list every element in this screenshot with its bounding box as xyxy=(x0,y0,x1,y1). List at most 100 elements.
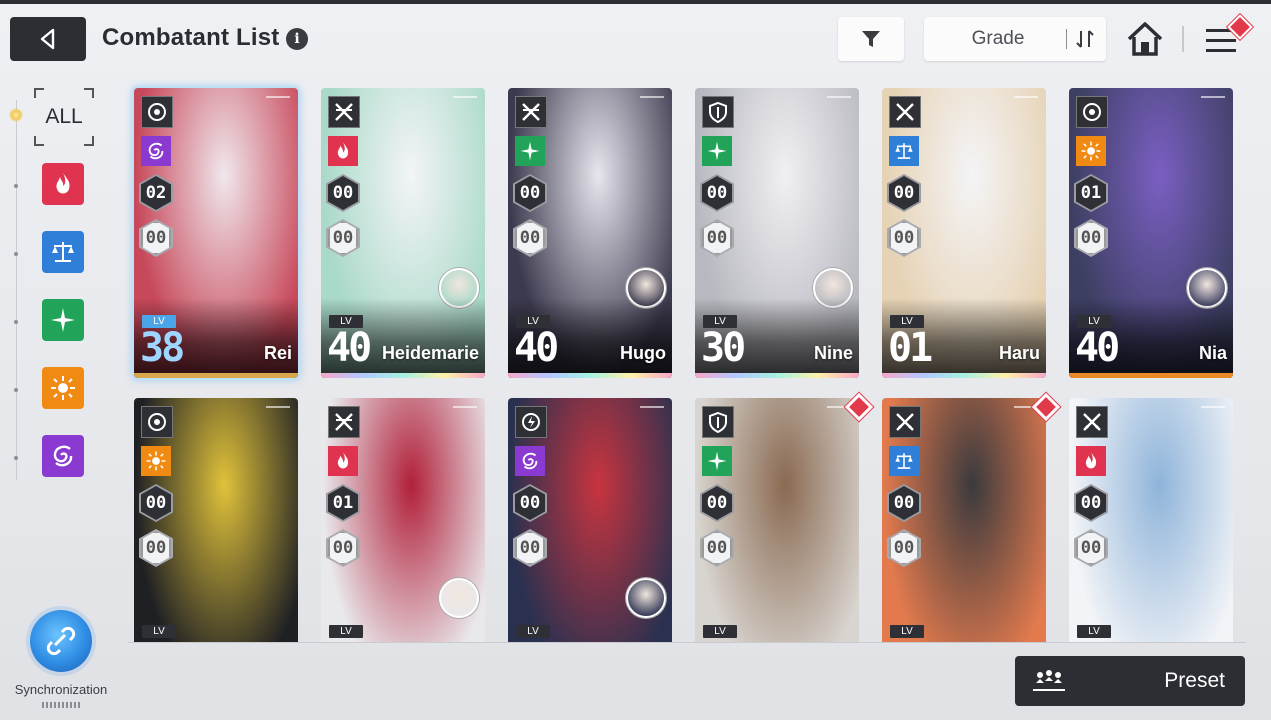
filter-burst-button[interactable] xyxy=(42,163,84,205)
sort-separator xyxy=(1066,29,1067,49)
filter-all-label: ALL xyxy=(45,105,83,128)
synchronization-progress-ticks xyxy=(42,702,82,708)
filter-electric-button[interactable] xyxy=(42,299,84,341)
target-role-icon xyxy=(1076,96,1108,128)
combatant-card[interactable]: 00 00 LV xyxy=(1069,398,1233,642)
partner-avatar xyxy=(626,578,666,618)
frame-corner xyxy=(84,136,94,146)
vortex-attribute-icon xyxy=(53,445,73,467)
card-frame-accent xyxy=(453,96,477,98)
crossed-swords-role-icon xyxy=(889,406,921,438)
back-arrow-icon xyxy=(40,28,55,50)
sort-label: Grade xyxy=(971,28,1025,49)
scales-attribute-icon xyxy=(889,136,919,166)
vortex-attribute-icon xyxy=(141,136,171,166)
home-icon[interactable] xyxy=(1124,18,1166,60)
level-number: 40 xyxy=(514,325,559,371)
combatant-name: Nia xyxy=(1198,343,1227,363)
combatant-card[interactable]: 00 00 LV 30 Nine xyxy=(695,88,859,378)
crossed-swords-role-icon xyxy=(889,96,921,128)
flame-attribute-icon xyxy=(56,173,70,194)
frame-corner xyxy=(34,88,44,98)
card-frame-accent xyxy=(266,96,290,98)
card-frame-accent xyxy=(1201,96,1225,98)
combatant-card[interactable]: 00 00 LV 40 Heidemarie xyxy=(321,88,485,378)
card-frame-accent xyxy=(1201,406,1225,408)
star-attribute-icon xyxy=(702,446,732,476)
team-preset-icon xyxy=(1033,670,1065,691)
combatant-card[interactable]: 00 00 LV 40 Hugo xyxy=(508,88,672,378)
card-rarity-bar xyxy=(134,373,298,378)
card-frame-accent xyxy=(827,96,851,98)
back-button[interactable] xyxy=(10,17,86,61)
filter-order-button[interactable] xyxy=(42,231,84,273)
frame-corner xyxy=(34,136,44,146)
card-frame-accent xyxy=(453,406,477,408)
sidebar-dot xyxy=(14,184,18,188)
sidebar-active-indicator xyxy=(9,108,23,122)
synchronization-label: Synchronization xyxy=(14,682,108,697)
level-tag: LV xyxy=(516,625,550,638)
preset-label: Preset xyxy=(1164,669,1225,692)
preset-button[interactable]: Preset xyxy=(1015,656,1245,706)
target-role-icon xyxy=(141,406,173,438)
combatant-name: Rei xyxy=(263,343,292,363)
star-attribute-icon xyxy=(51,308,75,332)
level-number: 40 xyxy=(327,325,372,371)
sort-order-icon[interactable] xyxy=(1074,28,1096,50)
card-rarity-bar xyxy=(508,373,672,378)
level-number: 30 xyxy=(701,325,746,371)
swords-role-icon xyxy=(328,96,360,128)
card-rarity-bar xyxy=(882,373,1046,378)
shield-role-icon xyxy=(702,406,734,438)
level-tag: LV xyxy=(703,625,737,638)
level-number: 01 xyxy=(888,325,933,371)
target-role-icon xyxy=(141,96,173,128)
info-icon[interactable]: i xyxy=(286,28,308,50)
combatant-card[interactable]: 00 00 LV 01 Haru xyxy=(882,88,1046,378)
card-frame-accent xyxy=(640,406,664,408)
combatant-card[interactable]: 01 00 LV xyxy=(321,398,485,642)
combatant-grid[interactable]: 02 00 LV 38 Rei 00 00 LV 40 Heidemarie 00 00 LV 40 Hug… xyxy=(124,80,1248,642)
star-attribute-icon xyxy=(702,136,732,166)
level-number: 38 xyxy=(140,325,185,371)
filter-solar-button[interactable] xyxy=(42,367,84,409)
partner-avatar xyxy=(439,578,479,618)
sidebar-dot xyxy=(14,320,18,324)
top-edge-strip xyxy=(0,0,1271,4)
sun-attribute-icon xyxy=(141,446,171,476)
crossed-swords-role-icon xyxy=(1076,406,1108,438)
card-rarity-bar xyxy=(1069,373,1233,378)
sidebar-dot xyxy=(14,456,18,460)
filter-all-button[interactable]: ALL xyxy=(34,88,94,146)
sidebar-dot xyxy=(14,252,18,256)
grid-divider xyxy=(128,642,1246,643)
level-tag: LV xyxy=(890,625,924,638)
frame-corner xyxy=(84,88,94,98)
combatant-card[interactable]: 01 00 LV 40 Nia xyxy=(1069,88,1233,378)
flame-attribute-icon xyxy=(1076,446,1106,476)
filter-button[interactable] xyxy=(838,17,904,61)
card-rarity-bar xyxy=(695,373,859,378)
combatant-card[interactable]: 00 00 LV xyxy=(695,398,859,642)
combatant-name: Nine xyxy=(813,343,853,363)
page-title: Combatant List xyxy=(102,24,280,51)
filter-void-button[interactable] xyxy=(42,435,84,477)
combatant-card[interactable]: 02 00 LV 38 Rei xyxy=(134,88,298,378)
card-frame-accent xyxy=(1014,96,1038,98)
combatant-card[interactable]: 00 00 LV xyxy=(508,398,672,642)
bolt-role-icon xyxy=(515,406,547,438)
swords-role-icon xyxy=(515,96,547,128)
synchronization-button[interactable] xyxy=(30,610,92,672)
shield-role-icon xyxy=(702,96,734,128)
sort-dropdown[interactable]: Grade xyxy=(924,17,1106,61)
combatant-card[interactable]: 00 00 LV xyxy=(134,398,298,642)
level-tag: LV xyxy=(1077,625,1111,638)
star-attribute-icon xyxy=(515,136,545,166)
combatant-name: Hugo xyxy=(620,343,666,363)
sun-attribute-icon xyxy=(1076,136,1106,166)
vortex-attribute-icon xyxy=(515,446,545,476)
funnel-icon xyxy=(862,31,880,47)
combatant-card[interactable]: 00 00 LV xyxy=(882,398,1046,642)
sidebar-track xyxy=(16,100,17,480)
